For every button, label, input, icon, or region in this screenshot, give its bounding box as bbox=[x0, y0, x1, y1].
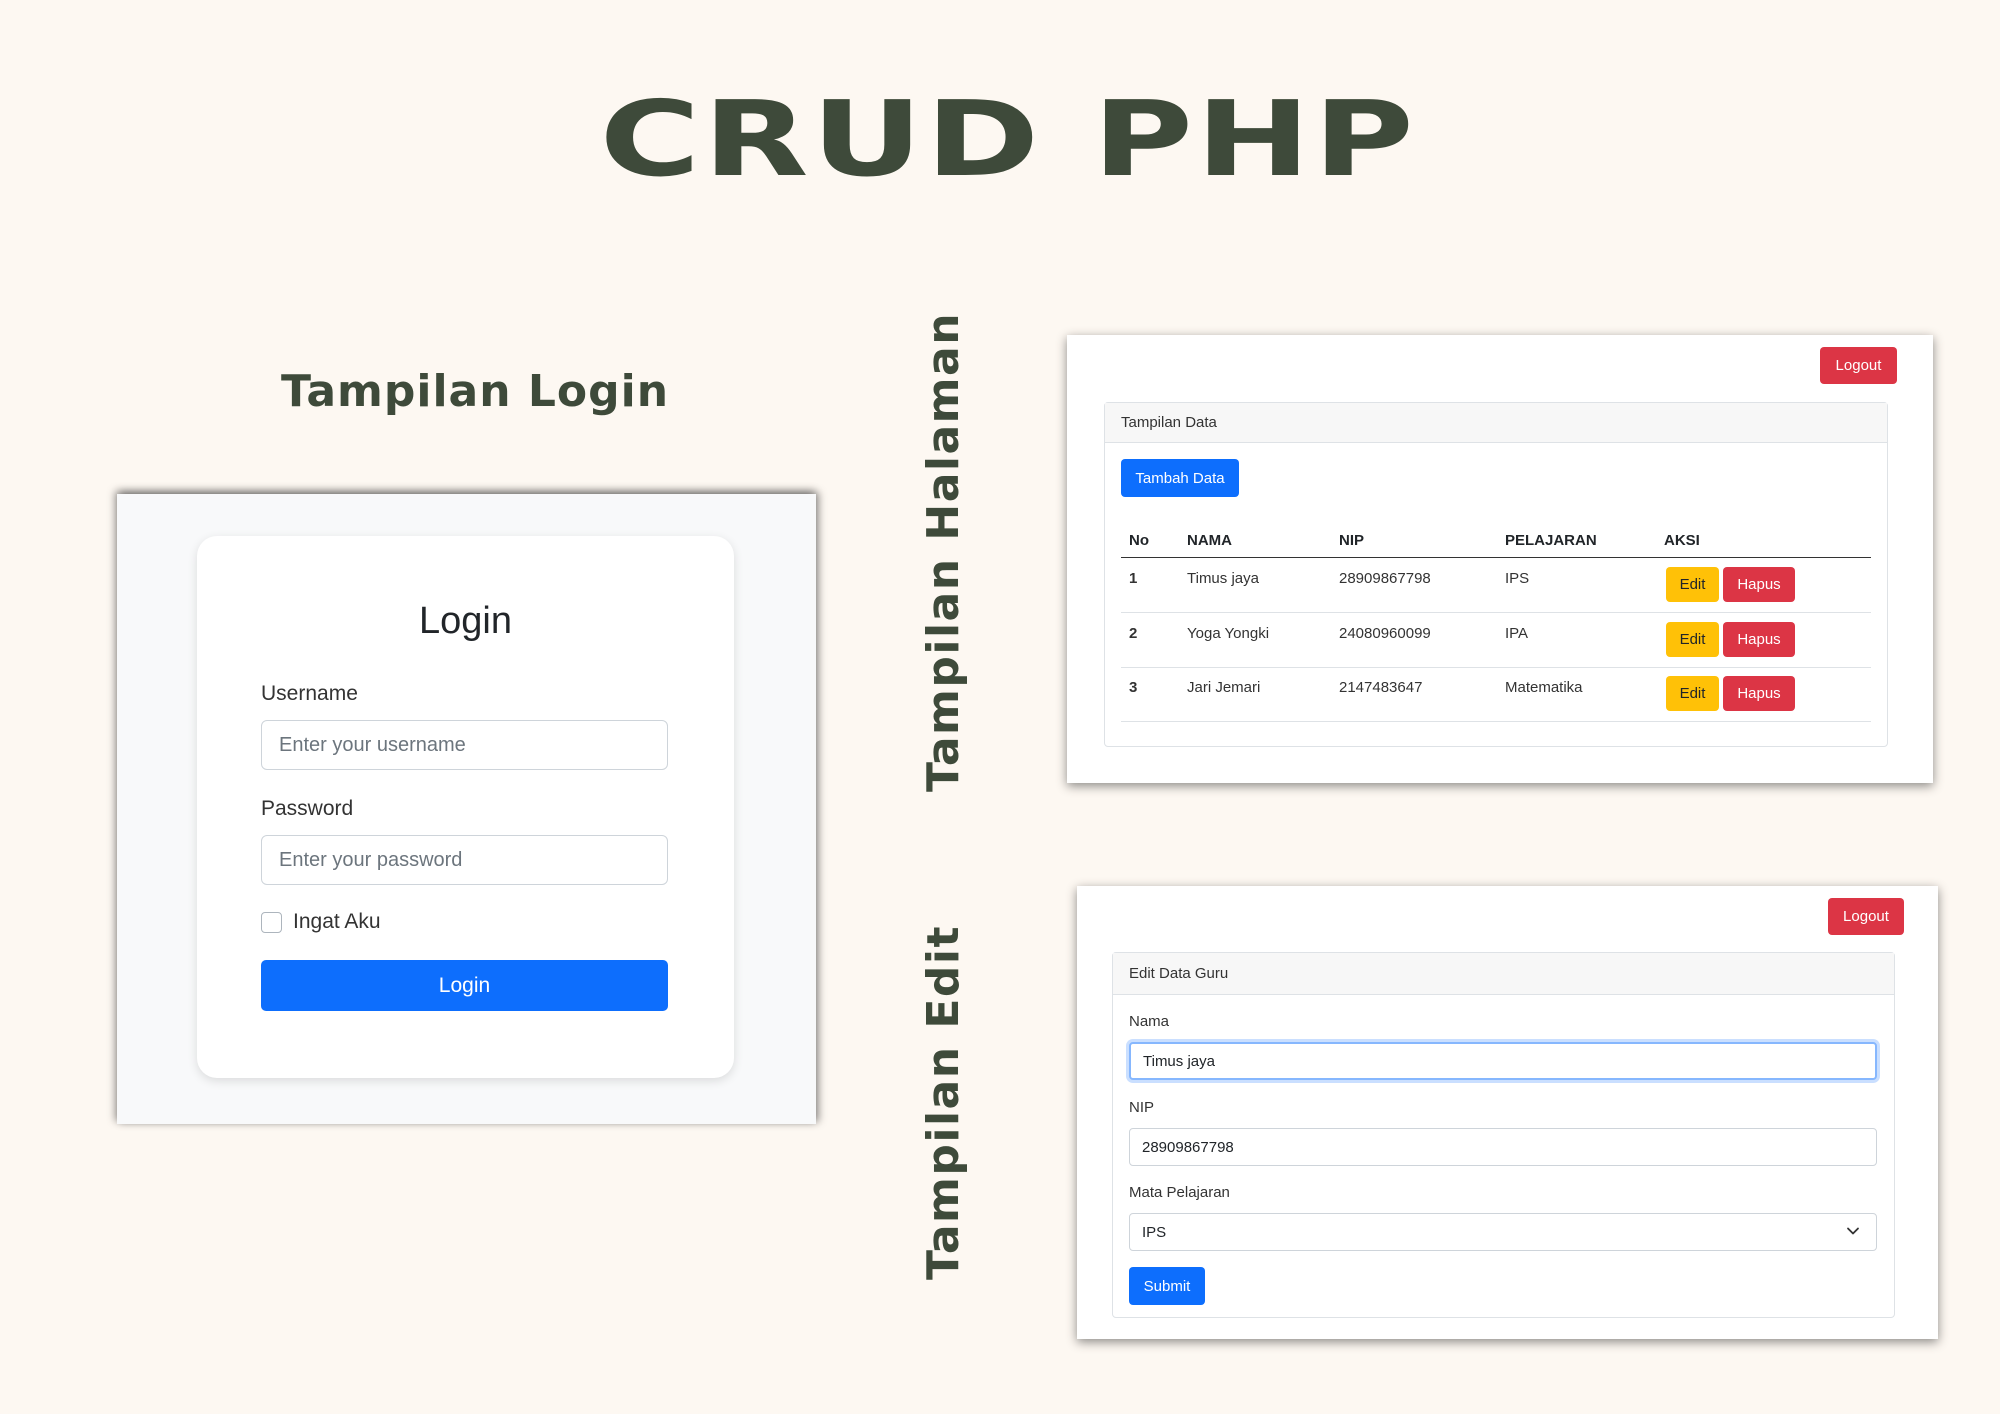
delete-button[interactable]: Hapus bbox=[1723, 676, 1795, 711]
username-label: Username bbox=[261, 682, 358, 705]
mapel-label: Mata Pelajaran bbox=[1129, 1184, 1230, 1201]
cell-no: 2 bbox=[1129, 625, 1138, 642]
mapel-select-value: IPS bbox=[1142, 1223, 1167, 1241]
logout-button[interactable]: Logout bbox=[1828, 898, 1904, 935]
label-tampilan-edit: Tampilan Edit bbox=[918, 924, 969, 1280]
cell-nip: 24080960099 bbox=[1339, 625, 1431, 642]
cell-nip: 2147483647 bbox=[1339, 679, 1423, 696]
login-card: Login Username Enter your username Passw… bbox=[197, 536, 734, 1078]
cell-pelajaran: IPS bbox=[1505, 570, 1530, 587]
edit-card: Edit Data Guru Nama Timus jaya NIP 28909… bbox=[1112, 952, 1895, 1318]
edit-button[interactable]: Edit bbox=[1666, 622, 1719, 657]
remember-checkbox[interactable] bbox=[261, 912, 282, 933]
edit-screenshot: Logout Edit Data Guru Nama Timus jaya NI… bbox=[1077, 886, 1938, 1339]
table-row: 3 Jari Jemari 2147483647 Matematika Edit… bbox=[1121, 668, 1871, 722]
table-header: No NAMA NIP PELAJARAN AKSI bbox=[1121, 521, 1871, 558]
nama-label: Nama bbox=[1129, 1013, 1170, 1030]
data-card: Tampilan Data Tambah Data No NAMA NIP PE… bbox=[1104, 402, 1888, 747]
nama-input[interactable]: Timus jaya bbox=[1129, 1042, 1877, 1080]
cell-nama: Yoga Yongki bbox=[1187, 625, 1270, 642]
cell-pelajaran: IPA bbox=[1505, 625, 1529, 642]
add-data-button[interactable]: Tambah Data bbox=[1121, 459, 1239, 497]
cell-nip: 28909867798 bbox=[1339, 570, 1431, 587]
col-pelajaran: PELAJARAN bbox=[1505, 532, 1597, 549]
edit-card-header: Edit Data Guru bbox=[1113, 953, 1894, 995]
nip-label: NIP bbox=[1129, 1099, 1155, 1116]
chevron-down-icon bbox=[1847, 1227, 1859, 1235]
edit-button[interactable]: Edit bbox=[1666, 567, 1719, 602]
login-title: Login bbox=[419, 600, 512, 642]
delete-button[interactable]: Hapus bbox=[1723, 567, 1795, 602]
cell-nama: Timus jaya bbox=[1187, 570, 1259, 587]
cell-nama: Jari Jemari bbox=[1187, 679, 1261, 696]
remember-label: Ingat Aku bbox=[293, 910, 381, 933]
data-screenshot: Logout Tampilan Data Tambah Data No NAMA… bbox=[1067, 335, 1933, 783]
logout-button[interactable]: Logout bbox=[1820, 347, 1897, 384]
password-input[interactable]: Enter your password bbox=[261, 835, 668, 885]
nip-input[interactable]: 28909867798 bbox=[1129, 1128, 1877, 1166]
cell-no: 1 bbox=[1129, 570, 1138, 587]
data-card-header: Tampilan Data bbox=[1105, 403, 1887, 443]
edit-button[interactable]: Edit bbox=[1666, 676, 1719, 711]
login-screenshot: Login Username Enter your username Passw… bbox=[117, 494, 816, 1124]
username-input[interactable]: Enter your username bbox=[261, 720, 668, 770]
delete-button[interactable]: Hapus bbox=[1723, 622, 1795, 657]
label-tampilan-halaman: Tampilan Halaman bbox=[918, 311, 969, 792]
table-row: 1 Timus jaya 28909867798 IPS Edit Hapus bbox=[1121, 559, 1871, 613]
cell-pelajaran: Matematika bbox=[1505, 679, 1583, 696]
mapel-select[interactable]: IPS bbox=[1129, 1213, 1877, 1251]
submit-button[interactable]: Submit bbox=[1129, 1267, 1205, 1305]
main-title: CRUD PHP bbox=[599, 78, 1417, 200]
cell-no: 3 bbox=[1129, 679, 1138, 696]
label-tampilan-login: Tampilan Login bbox=[281, 366, 670, 417]
col-nip: NIP bbox=[1339, 532, 1365, 549]
col-nama: NAMA bbox=[1187, 532, 1232, 549]
col-aksi: AKSI bbox=[1664, 532, 1700, 549]
login-button[interactable]: Login bbox=[261, 960, 668, 1011]
password-label: Password bbox=[261, 797, 354, 820]
col-no: No bbox=[1129, 532, 1149, 549]
table-row: 2 Yoga Yongki 24080960099 IPA Edit Hapus bbox=[1121, 614, 1871, 668]
